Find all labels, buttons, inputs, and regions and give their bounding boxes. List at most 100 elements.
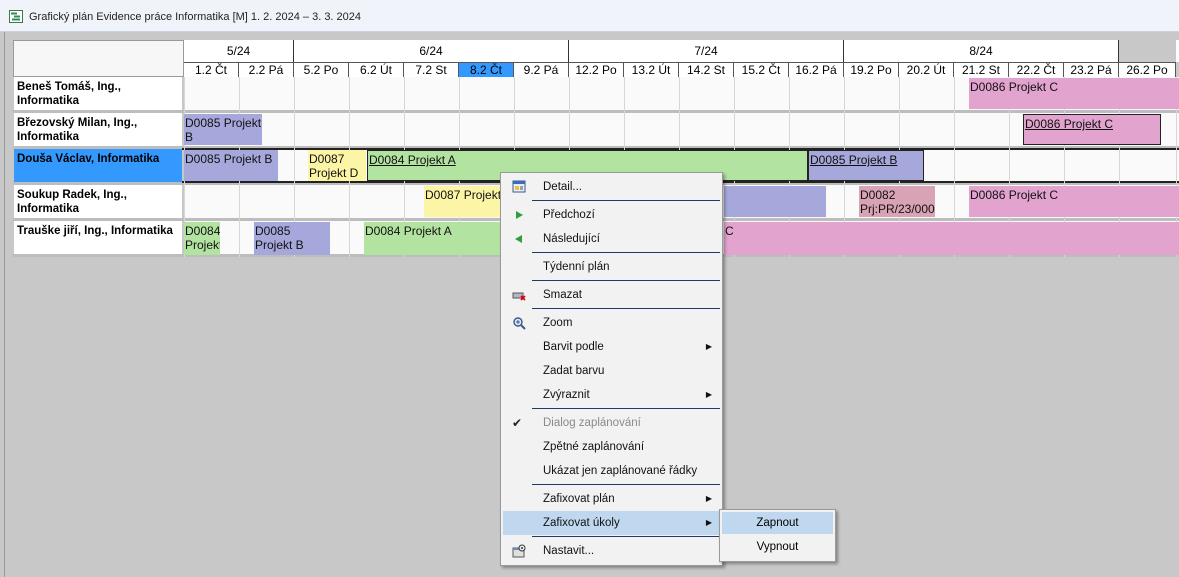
checkmark-icon: ✔ (512, 416, 523, 430)
day-header: 15.2 Čt (734, 62, 789, 77)
menu-label: Ukázat jen zaplánované řádky (543, 465, 698, 477)
menu-label: Zpětné zaplánování (543, 441, 645, 453)
context-menu: Detail... Předchozí Následující Týdenní … (500, 172, 723, 566)
task-bar[interactable]: D0086 Projekt C (969, 186, 1179, 217)
menu-label: Předchozí (543, 209, 595, 221)
day-header-today: 8.2 Čt (459, 62, 514, 77)
delete-icon (512, 292, 526, 301)
task-label: D0084 Projekt A (365, 224, 452, 238)
menu-item-highlight[interactable]: Zvýraznit ▶ (503, 383, 720, 407)
menu-separator (532, 308, 720, 309)
menu-item-delete[interactable]: Smazat (503, 283, 720, 307)
task-bar[interactable] (724, 186, 826, 217)
task-label: D0085 Projekt B (185, 152, 273, 166)
task-label: D0086 Projekt C (1025, 117, 1114, 131)
task-label: C (725, 224, 734, 238)
magnifier-icon (513, 317, 526, 330)
week-header: 6/24 (294, 40, 569, 62)
day-header: 26.2 Po (1119, 62, 1176, 77)
day-header: 22.2 Čt (1009, 62, 1064, 77)
submenu-arrow-icon: ▶ (705, 342, 712, 351)
task-bar[interactable]: D0087 Projekt (424, 186, 504, 217)
menu-separator (532, 408, 720, 409)
task-label: D0085 Projekt B (185, 116, 262, 144)
week-header: 8/24 (844, 40, 1119, 62)
menu-separator (532, 484, 720, 485)
task-label: D0082 Prj:PR/23/000 (860, 188, 935, 216)
day-header: 1.2 Čt (184, 62, 239, 77)
day-header: 21.2 St (954, 62, 1009, 77)
week-header: 7/24 (569, 40, 844, 62)
task-label: D0084 Projekt A (369, 153, 456, 167)
settings-icon (512, 544, 526, 558)
submenu-item-off[interactable]: Vypnout (722, 536, 833, 558)
menu-item-show-planned-rows[interactable]: Ukázat jen zaplánované řádky (503, 459, 720, 483)
day-header: 12.2 Po (569, 62, 624, 77)
menu-item-previous[interactable]: Předchozí (503, 203, 720, 227)
day-header: 6.2 Út (349, 62, 404, 77)
submenu-item-on[interactable]: Zapnout (722, 512, 833, 534)
menu-item-backward-planning[interactable]: Zpětné zaplánování (503, 435, 720, 459)
task-label: D0086 Projekt C (970, 188, 1059, 202)
task-bar[interactable]: D0082 Prj:PR/23/000 (859, 186, 935, 217)
menu-label: Nastavit... (543, 545, 595, 557)
menu-label: Detail... (543, 181, 582, 193)
submenu-arrow-icon: ▶ (705, 518, 712, 527)
resource-name[interactable]: Soukup Radek, Ing., Informatika (14, 185, 182, 218)
play-left-icon (515, 235, 522, 243)
week-header: 5/24 (184, 40, 294, 62)
window-title: Grafický plán Evidence práce Informatika… (29, 11, 362, 23)
menu-label: Zoom (543, 317, 573, 329)
menu-separator (532, 280, 720, 281)
menu-separator (532, 252, 720, 253)
task-bar[interactable]: D0085 Projekt B (254, 222, 330, 255)
day-header: 13.2 Út (624, 62, 679, 77)
day-header: 5.2 Po (294, 62, 349, 77)
menu-item-color-by[interactable]: Barvit podle ▶ (503, 335, 720, 359)
menu-item-zoom[interactable]: Zoom (503, 311, 720, 335)
task-bar[interactable]: D0087 Projekt D (308, 150, 366, 181)
menu-label: Následující (543, 233, 600, 245)
resource-name[interactable]: Beneš Tomáš, Ing., Informatika (14, 77, 182, 110)
menu-label: Zadat barvu (543, 365, 605, 377)
menu-separator (532, 200, 720, 201)
menu-label: Zvýraznit (543, 389, 590, 401)
menu-item-set-color[interactable]: Zadat barvu (503, 359, 720, 383)
menu-item-weekly-plan[interactable]: Týdenní plán (503, 255, 720, 279)
menu-item-fix-tasks[interactable]: Zafixovat úkoly ▶ (503, 511, 720, 535)
day-header: 7.2 St (404, 62, 459, 77)
resource-name[interactable]: Trauške jiří, Ing., Informatika (14, 221, 182, 254)
menu-label: Barvit podle (543, 341, 604, 353)
menu-item-fix-plan[interactable]: Zafixovat plán ▶ (503, 487, 720, 511)
task-bar[interactable]: D0084 Projekt A (364, 222, 504, 255)
menu-label: Zafixovat plán (543, 493, 615, 505)
submenu-arrow-icon: ▶ (705, 390, 712, 399)
day-header: 2.2 Pá (239, 62, 294, 77)
task-bar[interactable]: D0086 Projekt C (1023, 114, 1161, 145)
task-bar[interactable]: D0085 Projekt B (184, 114, 262, 145)
day-header: 19.2 Po (844, 62, 899, 77)
day-header: 20.2 Út (899, 62, 954, 77)
task-bar[interactable]: D0084 Projekt (184, 222, 220, 255)
task-bar[interactable]: D0085 Projekt B (808, 150, 924, 181)
resource-name[interactable]: Douša Václav, Informatika (14, 149, 182, 182)
menu-label: Smazat (543, 289, 582, 301)
task-bar[interactable]: D0085 Projekt B (184, 150, 278, 181)
task-label: D0086 Projekt C (970, 80, 1059, 94)
day-header: 9.2 Pá (514, 62, 569, 77)
detail-icon (512, 180, 526, 193)
task-bar[interactable]: D0086 Projekt C (969, 78, 1179, 109)
menu-item-detail[interactable]: Detail... (503, 175, 720, 199)
task-label: D0087 Projekt D (309, 152, 359, 180)
menu-item-planning-dialog[interactable]: ✔ Dialog zaplánování (503, 411, 720, 435)
resource-name[interactable]: Březovský Milan, Ing., Informatika (14, 113, 182, 146)
menu-item-settings[interactable]: Nastavit... (503, 539, 720, 563)
menu-separator (532, 536, 720, 537)
task-bar[interactable]: C (724, 222, 1179, 255)
day-header: 23.2 Pá (1064, 62, 1119, 77)
menu-item-next[interactable]: Následující (503, 227, 720, 251)
menu-label: Zafixovat úkoly (543, 517, 620, 529)
play-right-icon (516, 211, 523, 219)
header-corner (13, 40, 184, 77)
day-header: 14.2 St (679, 62, 734, 77)
